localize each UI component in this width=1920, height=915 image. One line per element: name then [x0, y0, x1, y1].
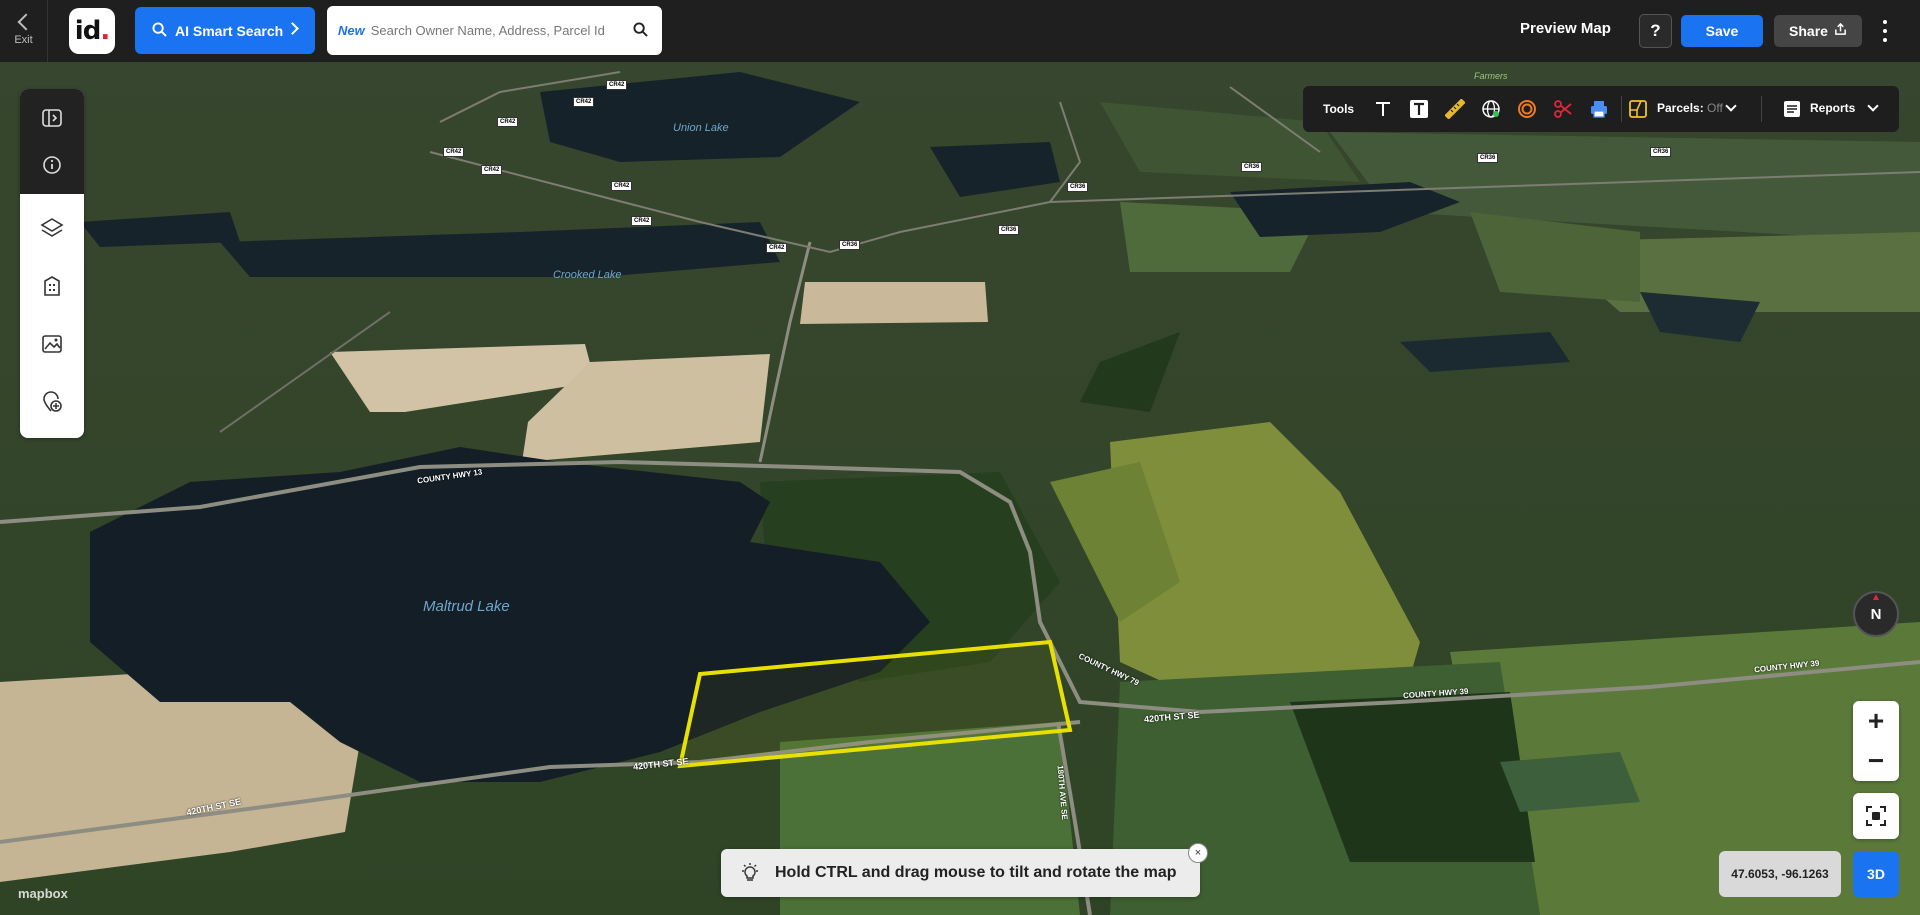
toolbar-divider: [1761, 96, 1762, 122]
share-button[interactable]: Share: [1774, 15, 1862, 47]
label-union-lake: Union Lake: [673, 122, 729, 134]
tilt-tip-banner: Hold CTRL and drag mouse to tilt and rot…: [721, 849, 1200, 897]
search-input[interactable]: [370, 23, 631, 38]
parcel-icon[interactable]: [1625, 96, 1651, 122]
parcels-state: Off: [1707, 101, 1723, 115]
lightbulb-icon: [739, 862, 761, 884]
info-icon[interactable]: [32, 145, 72, 185]
zoom-in-button[interactable]: +: [1853, 701, 1899, 741]
search-box[interactable]: New: [327, 6, 662, 55]
tip-text: Hold CTRL and drag mouse to tilt and rot…: [775, 864, 1177, 881]
route-shield: CR36: [1650, 147, 1672, 157]
share-icon: [1834, 22, 1847, 39]
3d-toggle-button[interactable]: 3D: [1853, 851, 1899, 897]
compass-button[interactable]: N: [1853, 591, 1899, 637]
top-bar: Exit id. AI Smart Search New Preview Map…: [0, 0, 1920, 62]
sidebar-toggle-icon[interactable]: [32, 98, 72, 138]
tools-bar: Tools Parcels: Off Reports: [1303, 86, 1899, 132]
chevron-down-icon[interactable]: [1867, 100, 1879, 112]
close-tip-button[interactable]: ×: [1188, 843, 1208, 863]
map-canvas[interactable]: Union Lake Crooked Lake Maltrud Lake Far…: [0, 62, 1920, 915]
label-farmers: Farmers: [1474, 71, 1508, 81]
satellite-map[interactable]: [0, 62, 1920, 915]
add-location-icon[interactable]: [32, 373, 72, 431]
building-icon[interactable]: [32, 257, 72, 315]
zoom-out-button[interactable]: −: [1853, 741, 1899, 781]
zoom-control: + −: [1853, 701, 1899, 781]
chevron-right-icon: [286, 22, 299, 35]
globe-icon[interactable]: [1478, 96, 1504, 122]
scissors-icon[interactable]: [1550, 96, 1576, 122]
left-toolbar: [20, 89, 84, 438]
label-crooked-lake: Crooked Lake: [553, 269, 622, 281]
exit-button[interactable]: Exit: [0, 0, 48, 62]
image-icon[interactable]: [32, 315, 72, 373]
compass-icon: [1873, 594, 1879, 600]
chevron-left-icon: [17, 13, 34, 31]
parcels-toggle[interactable]: Parcels: Off: [1657, 101, 1723, 115]
route-shield: CR42: [443, 147, 465, 157]
reports-label[interactable]: Reports: [1810, 101, 1855, 115]
route-shield: CR42: [631, 216, 653, 226]
preview-map-button[interactable]: Preview Map: [1520, 20, 1611, 37]
route-shield: CR36: [839, 240, 861, 250]
route-shield: CR42: [481, 165, 503, 175]
help-button[interactable]: ?: [1639, 14, 1672, 48]
route-shield: CR42: [497, 117, 519, 127]
label-maltrud-lake: Maltrud Lake: [423, 598, 510, 615]
route-shield: CR36: [998, 225, 1020, 235]
mapbox-attribution[interactable]: mapbox: [18, 886, 68, 901]
route-shield: CR36: [1477, 153, 1499, 163]
parcels-label: Parcels:: [1657, 101, 1704, 115]
tools-label: Tools: [1323, 102, 1355, 116]
layers-icon[interactable]: [32, 199, 72, 257]
route-shield: CR36: [1241, 162, 1263, 172]
route-shield: CR42: [766, 243, 788, 253]
toolbar-divider: [1621, 96, 1622, 122]
print-icon[interactable]: [1586, 96, 1612, 122]
search-icon[interactable]: [633, 22, 648, 42]
ai-smart-search-button[interactable]: AI Smart Search: [135, 7, 315, 54]
app: Union Lake Crooked Lake Maltrud Lake Far…: [0, 0, 1920, 915]
logo-text: id: [74, 16, 102, 46]
ruler-icon[interactable]: [1442, 96, 1468, 122]
text-box-icon[interactable]: [1406, 96, 1432, 122]
exit-label: Exit: [14, 34, 33, 46]
radius-icon[interactable]: [1514, 96, 1540, 122]
chevron-down-icon[interactable]: [1725, 100, 1737, 112]
route-shield: CR42: [573, 97, 595, 107]
more-menu-icon[interactable]: [1878, 20, 1892, 42]
new-badge: New: [338, 23, 365, 38]
frame-focus-icon: [1866, 806, 1886, 826]
route-shield: CR42: [611, 181, 633, 191]
fit-bounds-button[interactable]: [1853, 793, 1899, 839]
search-icon: [152, 21, 167, 40]
field: [800, 282, 988, 324]
route-shield: CR42: [606, 80, 628, 90]
share-label: Share: [1789, 23, 1828, 39]
app-logo[interactable]: id.: [69, 8, 115, 54]
save-button[interactable]: Save: [1681, 15, 1763, 47]
reports-icon[interactable]: [1779, 96, 1805, 122]
logo-dot: .: [100, 16, 110, 46]
coordinates-display: 47.6053, -96.1263: [1719, 851, 1841, 897]
route-shield: CR36: [1067, 182, 1089, 192]
ai-search-label: AI Smart Search: [175, 22, 284, 39]
text-icon[interactable]: [1370, 96, 1396, 122]
